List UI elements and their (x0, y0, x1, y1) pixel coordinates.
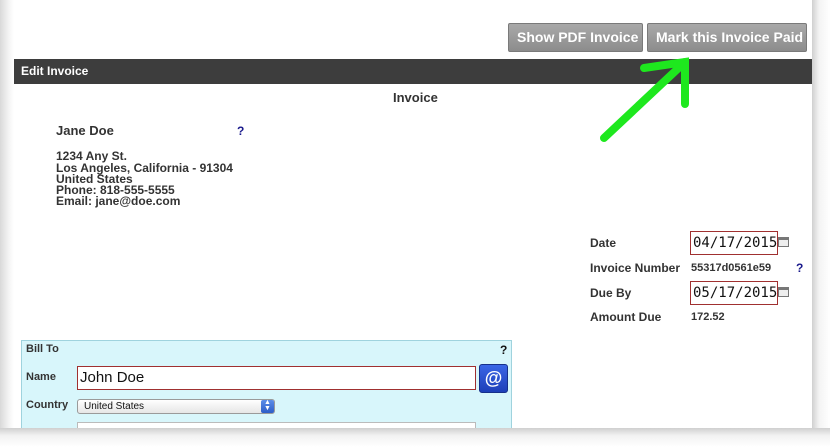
invoice-number-value: 55317d0561e59 (691, 262, 772, 274)
country-label: Country (26, 399, 69, 411)
due-by-label: Due By (590, 286, 632, 300)
email-lookup-button[interactable]: @ (479, 364, 508, 393)
window-shadow-right (812, 0, 830, 447)
name-label: Name (26, 371, 56, 383)
date-label: Date (590, 236, 617, 250)
amount-due-label: Amount Due (590, 310, 662, 324)
country-select[interactable]: United States (77, 399, 275, 414)
date-input[interactable]: 04/17/2015 (690, 231, 778, 255)
amount-due-value: 172.52 (691, 311, 725, 323)
due-by-input[interactable]: 05/17/2015 (690, 281, 778, 305)
mark-invoice-paid-button[interactable]: Mark this Invoice Paid (647, 23, 807, 52)
annotation-arrow-icon (600, 57, 689, 142)
invoice-heading: Invoice (393, 90, 438, 105)
sender-email: Email: jane@doe.com (56, 194, 181, 208)
window-shadow-bottom (0, 428, 830, 447)
window-shadow-left (0, 0, 14, 430)
sender-help-icon[interactable]: ? (237, 124, 244, 138)
window: Show PDF Invoice Mark this Invoice Paid … (0, 0, 830, 447)
show-pdf-invoice-button[interactable]: Show PDF Invoice (508, 23, 643, 52)
calendar-icon[interactable] (778, 287, 789, 297)
calendar-icon[interactable] (778, 237, 789, 247)
annotation-arrow (600, 57, 689, 142)
bill-to-name-input[interactable]: John Doe (77, 366, 476, 390)
invoice-number-label: Invoice Number (590, 261, 681, 275)
invoice-number-help-icon[interactable]: ? (796, 261, 803, 275)
select-arrows-icon: ▲ ▼ (261, 399, 274, 413)
bill-to-title: Bill To (26, 343, 59, 355)
bill-to-help-icon[interactable]: ? (500, 343, 507, 357)
sender-name: Jane Doe (56, 123, 114, 138)
